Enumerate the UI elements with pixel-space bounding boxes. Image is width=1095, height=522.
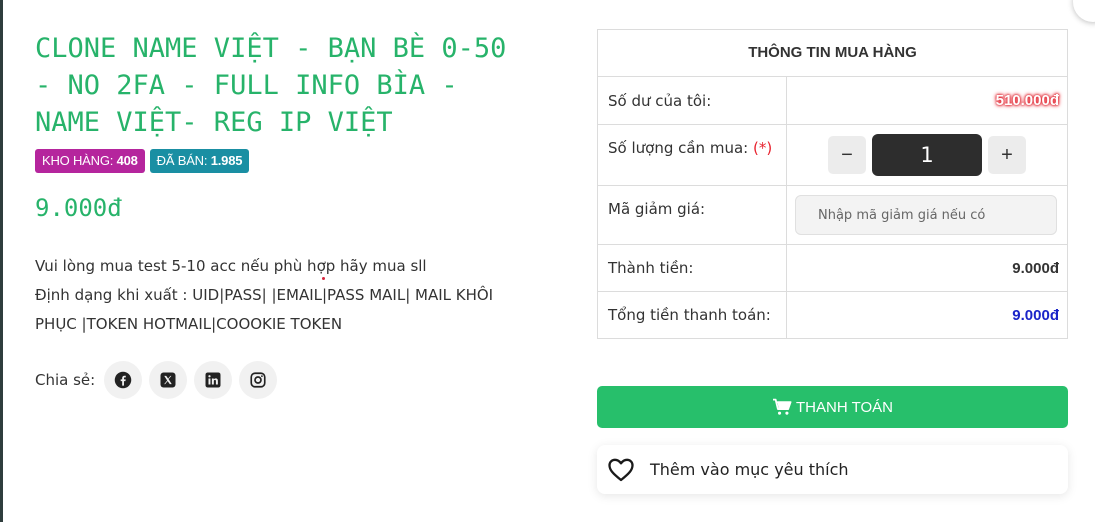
product-badges: KHO HÀNG: 408 ĐÃ BÁN: 1.985 (35, 149, 250, 173)
red-dot-marker (322, 277, 325, 280)
quantity-plus-button[interactable]: + (988, 136, 1026, 174)
wishlist-button[interactable]: Thêm vào mục yêu thích (597, 445, 1068, 494)
product-description: Vui lòng mua test 5-10 acc nếu phù hợp h… (35, 252, 505, 339)
quantity-input[interactable]: 1 (872, 134, 982, 176)
share-x-button[interactable] (149, 361, 188, 399)
subtotal-label: Thành tiền: (598, 245, 787, 291)
total-label: Tổng tiền thanh toán: (598, 292, 787, 338)
product-price: 9.000đ (35, 194, 122, 222)
instagram-icon (250, 372, 266, 388)
description-line: PHỤC |TOKEN HOTMAIL|COOOKIE TOKEN (35, 315, 343, 333)
balance-value: 510.000đ (995, 92, 1059, 109)
stock-badge: KHO HÀNG: 408 (35, 149, 145, 173)
stock-label: KHO HÀNG: (42, 153, 114, 168)
required-marker: (*) (752, 139, 773, 157)
purchase-info-table: THÔNG TIN MUA HÀNG Số dư của tôi: 510.00… (597, 29, 1068, 339)
quantity-row: Số lượng cần mua: (*) − 1 + (598, 125, 1067, 186)
wishlist-label: Thêm vào mục yêu thích (650, 460, 849, 479)
description-line: Định dạng khi xuất : UID|PASS| |EMAIL|PA… (35, 286, 494, 304)
share-bar: Chia sẻ: (35, 361, 278, 399)
total-row: Tổng tiền thanh toán: 9.000đ (598, 292, 1067, 338)
share-facebook-button[interactable] (104, 361, 143, 399)
sold-badge: ĐÃ BÁN: 1.985 (149, 149, 250, 173)
purchase-info-header: THÔNG TIN MUA HÀNG (598, 30, 1067, 77)
share-label: Chia sẻ: (35, 371, 96, 389)
product-title: CLONE NAME VIỆT - BẠN BÈ 0-50 - NO 2FA -… (35, 33, 507, 138)
facebook-icon (114, 371, 132, 389)
total-value: 9.000đ (1012, 306, 1059, 324)
product-page: CLONE NAME VIỆT - BẠN BÈ 0-50 - NO 2FA -… (0, 0, 1095, 522)
sold-value: 1.985 (210, 153, 243, 168)
left-edge-strip (0, 0, 3, 522)
subtotal-value: 9.000đ (1012, 259, 1059, 277)
balance-row: Số dư của tôi: 510.000đ (598, 77, 1067, 125)
corner-button[interactable] (1073, 0, 1095, 22)
cart-icon (773, 398, 792, 415)
heart-icon (608, 458, 634, 481)
quantity-label-cell: Số lượng cần mua: (*) (598, 125, 787, 185)
balance-label: Số dư của tôi: (598, 77, 787, 124)
sold-label: ĐÃ BÁN: (156, 153, 208, 168)
checkout-button[interactable]: THANH TOÁN (597, 386, 1068, 428)
x-icon (160, 372, 176, 388)
quantity-label: Số lượng cần mua: (608, 139, 749, 157)
share-instagram-button[interactable] (239, 361, 278, 399)
coupon-input[interactable] (795, 195, 1057, 235)
checkout-label: THANH TOÁN (796, 398, 893, 416)
linkedin-icon (205, 372, 221, 388)
coupon-label: Mã giảm giá: (598, 186, 787, 244)
description-line: Vui lòng mua test 5-10 acc nếu phù hợp h… (35, 257, 427, 275)
stock-value: 408 (116, 153, 138, 168)
share-linkedin-button[interactable] (194, 361, 233, 399)
quantity-minus-button[interactable]: − (828, 136, 866, 174)
coupon-row: Mã giảm giá: (598, 186, 1067, 245)
subtotal-row: Thành tiền: 9.000đ (598, 245, 1067, 292)
quantity-stepper: − 1 + (787, 125, 1067, 185)
